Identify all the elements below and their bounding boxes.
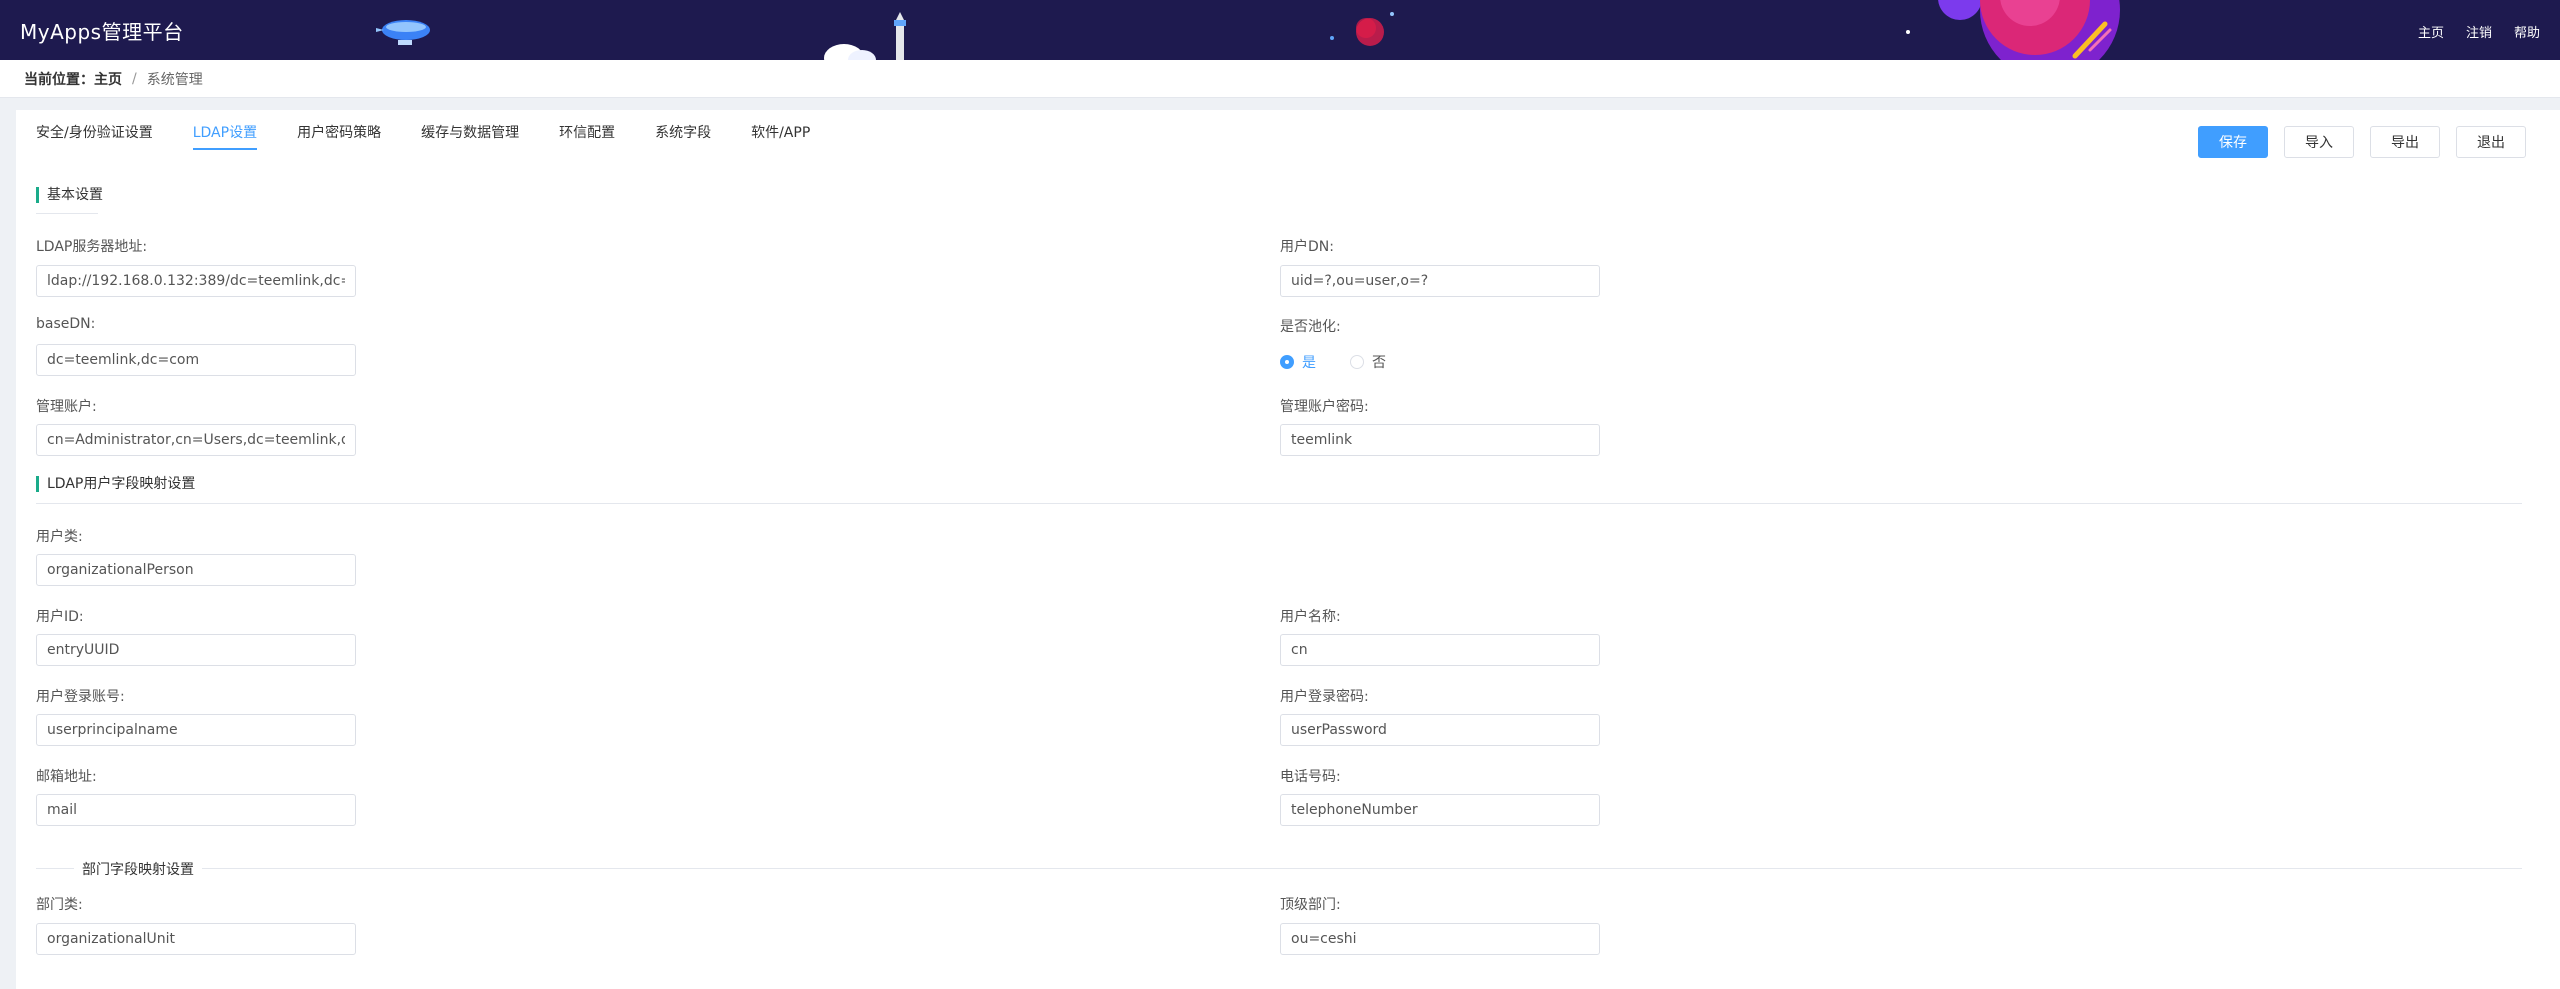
admin-password-input[interactable]: [1280, 424, 1600, 456]
email-input[interactable]: [36, 794, 356, 826]
user-class-input[interactable]: [36, 554, 356, 586]
pooling-no-radio[interactable]: 否: [1350, 352, 1386, 372]
tab-ldap[interactable]: LDAP设置: [192, 122, 258, 150]
section-basic-title: 基本设置: [36, 187, 103, 203]
base-dn-label: baseDN:: [36, 316, 96, 332]
top-dept-label: 顶级部门:: [1280, 897, 1341, 913]
nav-logout-link[interactable]: 注销: [2466, 22, 2492, 41]
login-account-label: 用户登录账号:: [36, 689, 125, 705]
admin-account-input[interactable]: [36, 424, 356, 456]
tab-password-policy[interactable]: 用户密码策略: [297, 122, 381, 150]
radio-unchecked-icon: [1350, 355, 1364, 369]
pooling-yes-label: 是: [1302, 355, 1316, 371]
tab-im-config[interactable]: 环信配置: [559, 122, 615, 150]
pooling-label: 是否池化:: [1280, 319, 1341, 335]
dept-section-title: 部门字段映射设置: [74, 859, 202, 879]
phone-label: 电话号码:: [1280, 769, 1341, 785]
radio-checked-icon: [1280, 355, 1294, 369]
breadcrumb-separator: /: [132, 70, 137, 87]
user-id-label: 用户ID:: [36, 609, 84, 625]
airship-icon: [376, 20, 430, 45]
login-account-input[interactable]: [36, 714, 356, 746]
planet-large-icon: [1906, 0, 2120, 60]
breadcrumb: 当前位置： 主页 / 系统管理: [0, 60, 2560, 98]
user-dn-input[interactable]: [1280, 265, 1600, 297]
breadcrumb-home-link[interactable]: 主页: [94, 69, 122, 89]
phone-input[interactable]: [1280, 794, 1600, 826]
tab-cache-data[interactable]: 缓存与数据管理: [421, 122, 519, 150]
import-button[interactable]: 导入: [2284, 126, 2354, 158]
user-class-label: 用户类:: [36, 529, 83, 545]
nav-help-link[interactable]: 帮助: [2514, 22, 2540, 41]
breadcrumb-current: 系统管理: [146, 71, 203, 88]
export-button[interactable]: 导出: [2370, 126, 2440, 158]
action-buttons: 保存 导入 导出 退出: [2198, 126, 2526, 158]
top-nav: 主页 注销 帮助: [2418, 22, 2540, 41]
tab-security[interactable]: 安全/身份验证设置: [36, 122, 153, 150]
section-basic-underline: [36, 213, 98, 214]
top-header: MyApps管理平台 主页 注销 帮助: [0, 0, 2560, 60]
tab-software-app[interactable]: 软件/APP: [751, 122, 810, 150]
login-password-label: 用户登录密码:: [1280, 689, 1369, 705]
ldap-server-label: LDAP服务器地址:: [36, 239, 148, 255]
settings-panel: 安全/身份验证设置 LDAP设置 用户密码策略 缓存与数据管理 环信配置 系统字…: [16, 110, 2560, 989]
base-dn-input[interactable]: [36, 344, 356, 376]
admin-password-label: 管理账户密码:: [1280, 399, 1369, 415]
email-label: 邮箱地址:: [36, 769, 97, 785]
breadcrumb-label: 当前位置：: [24, 71, 94, 88]
planet-small-icon: [1330, 12, 1394, 46]
login-password-input[interactable]: [1280, 714, 1600, 746]
exit-button[interactable]: 退出: [2456, 126, 2526, 158]
user-dn-label: 用户DN:: [1280, 239, 1334, 255]
ldap-server-input[interactable]: [36, 265, 356, 297]
user-name-label: 用户名称:: [1280, 609, 1341, 625]
section-mapping-title: LDAP用户字段映射设置: [36, 476, 195, 492]
pooling-radio-group: 是 否: [1280, 352, 1386, 372]
app-title: MyApps管理平台: [20, 20, 184, 44]
nav-home-link[interactable]: 主页: [2418, 22, 2444, 41]
section-mapping-divider: [36, 503, 2522, 504]
user-id-input[interactable]: [36, 634, 356, 666]
lighthouse-icon: [824, 12, 906, 60]
tab-system-fields[interactable]: 系统字段: [655, 122, 711, 150]
pooling-no-label: 否: [1372, 355, 1386, 371]
user-name-input[interactable]: [1280, 634, 1600, 666]
top-dept-input[interactable]: [1280, 923, 1600, 955]
pooling-yes-radio[interactable]: 是: [1280, 352, 1316, 372]
save-button[interactable]: 保存: [2198, 126, 2268, 158]
admin-account-label: 管理账户:: [36, 399, 97, 415]
settings-tabs: 安全/身份验证设置 LDAP设置 用户密码策略 缓存与数据管理 环信配置 系统字…: [36, 122, 810, 150]
dept-class-input[interactable]: [36, 923, 356, 955]
dept-divider-line: [36, 868, 2522, 869]
dept-class-label: 部门类:: [36, 897, 83, 913]
